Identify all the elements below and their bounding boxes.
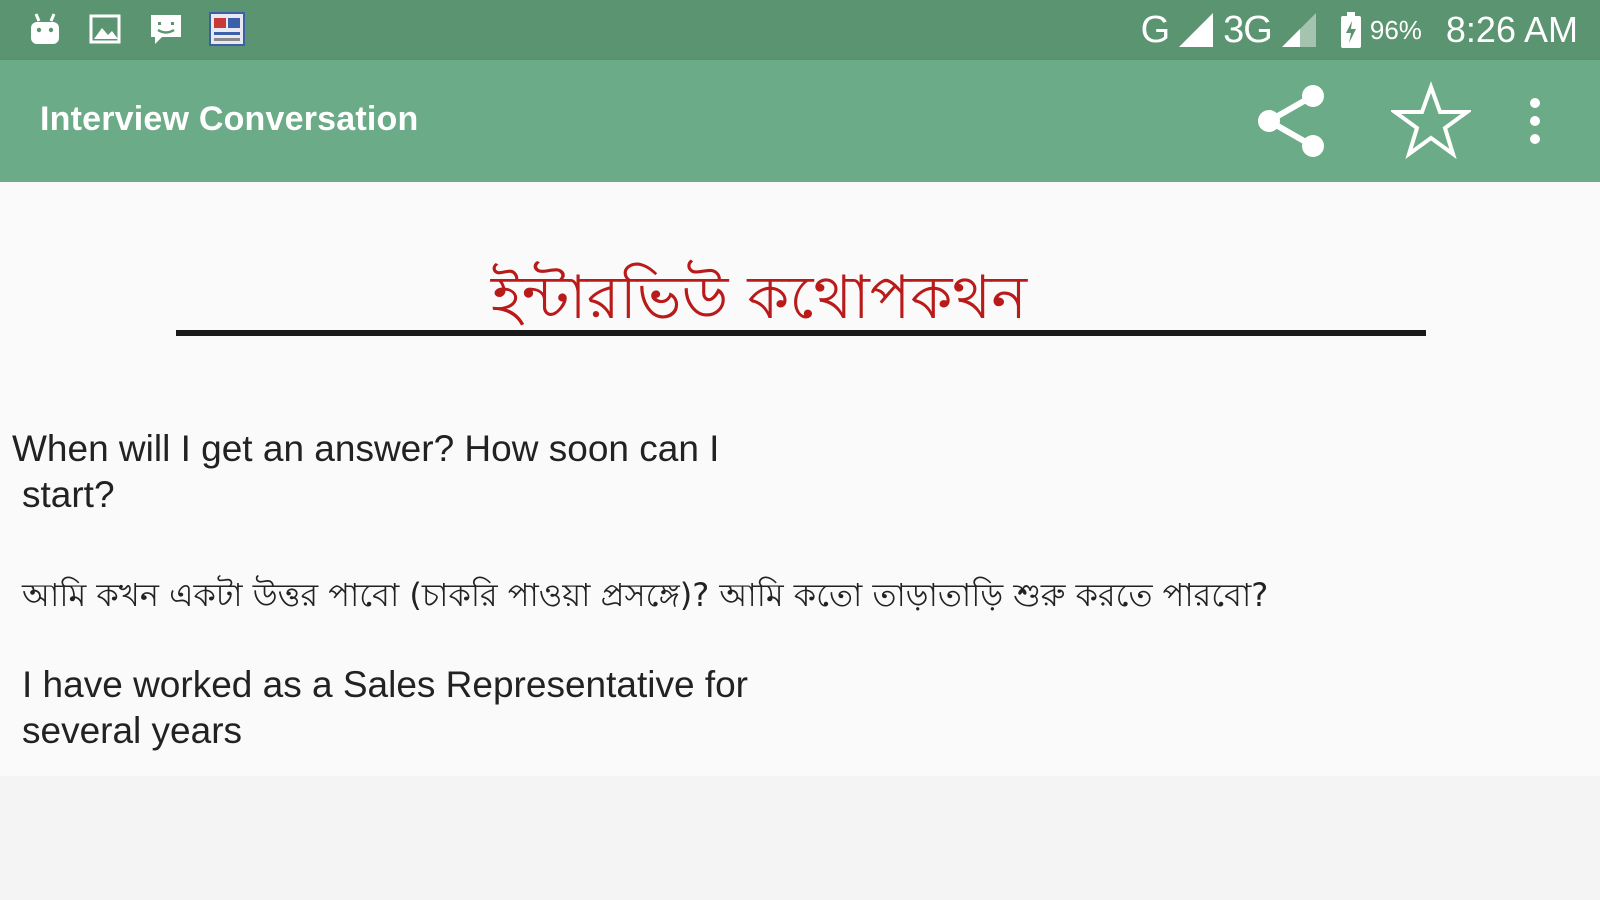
system-indicators: G 3G 96% 8:26 AM [1141, 8, 1578, 52]
page-title: Interview Conversation [40, 100, 419, 138]
favorite-button[interactable] [1388, 78, 1474, 164]
heading-divider [176, 330, 1426, 336]
bengali-translation: আমি কখন একটা উত্তর পাবো (চাকরি পাওয়া প্… [22, 576, 1269, 614]
status-bar: G 3G 96% 8:26 AM [0, 0, 1600, 60]
message-icon [148, 10, 182, 48]
app-bar: Interview Conversation [0, 60, 1600, 182]
android-icon [28, 10, 62, 48]
star-icon [1391, 81, 1471, 160]
question-text-continued: start? [22, 474, 115, 515]
share-icon [1258, 85, 1324, 157]
heading: ইন্টারভিউ কথোপকথন [490, 263, 1028, 333]
clock: 8:26 AM [1445, 9, 1578, 50]
image-icon [88, 10, 122, 48]
battery-charging-icon [1340, 12, 1361, 48]
signal-weak-icon [1281, 13, 1316, 47]
content-area: ইন্টারভিউ কথোপকথন When will I get an ans… [0, 182, 1600, 776]
app-icon [208, 10, 245, 48]
more-vert-icon [1530, 98, 1540, 144]
more-options-button[interactable] [1510, 78, 1560, 164]
answer-text: I have worked as a Sales Representative … [22, 664, 748, 705]
signal-full-icon [1179, 13, 1214, 47]
question-text: When will I get an answer? How soon can … [12, 428, 720, 469]
share-button[interactable] [1248, 78, 1334, 164]
network-type-label-2: 3G [1223, 8, 1273, 51]
network-type-label: G [1140, 8, 1171, 51]
notification-icons [28, 10, 245, 48]
battery-percent: 96% [1369, 14, 1422, 45]
answer-text-continued: several years [22, 710, 243, 751]
